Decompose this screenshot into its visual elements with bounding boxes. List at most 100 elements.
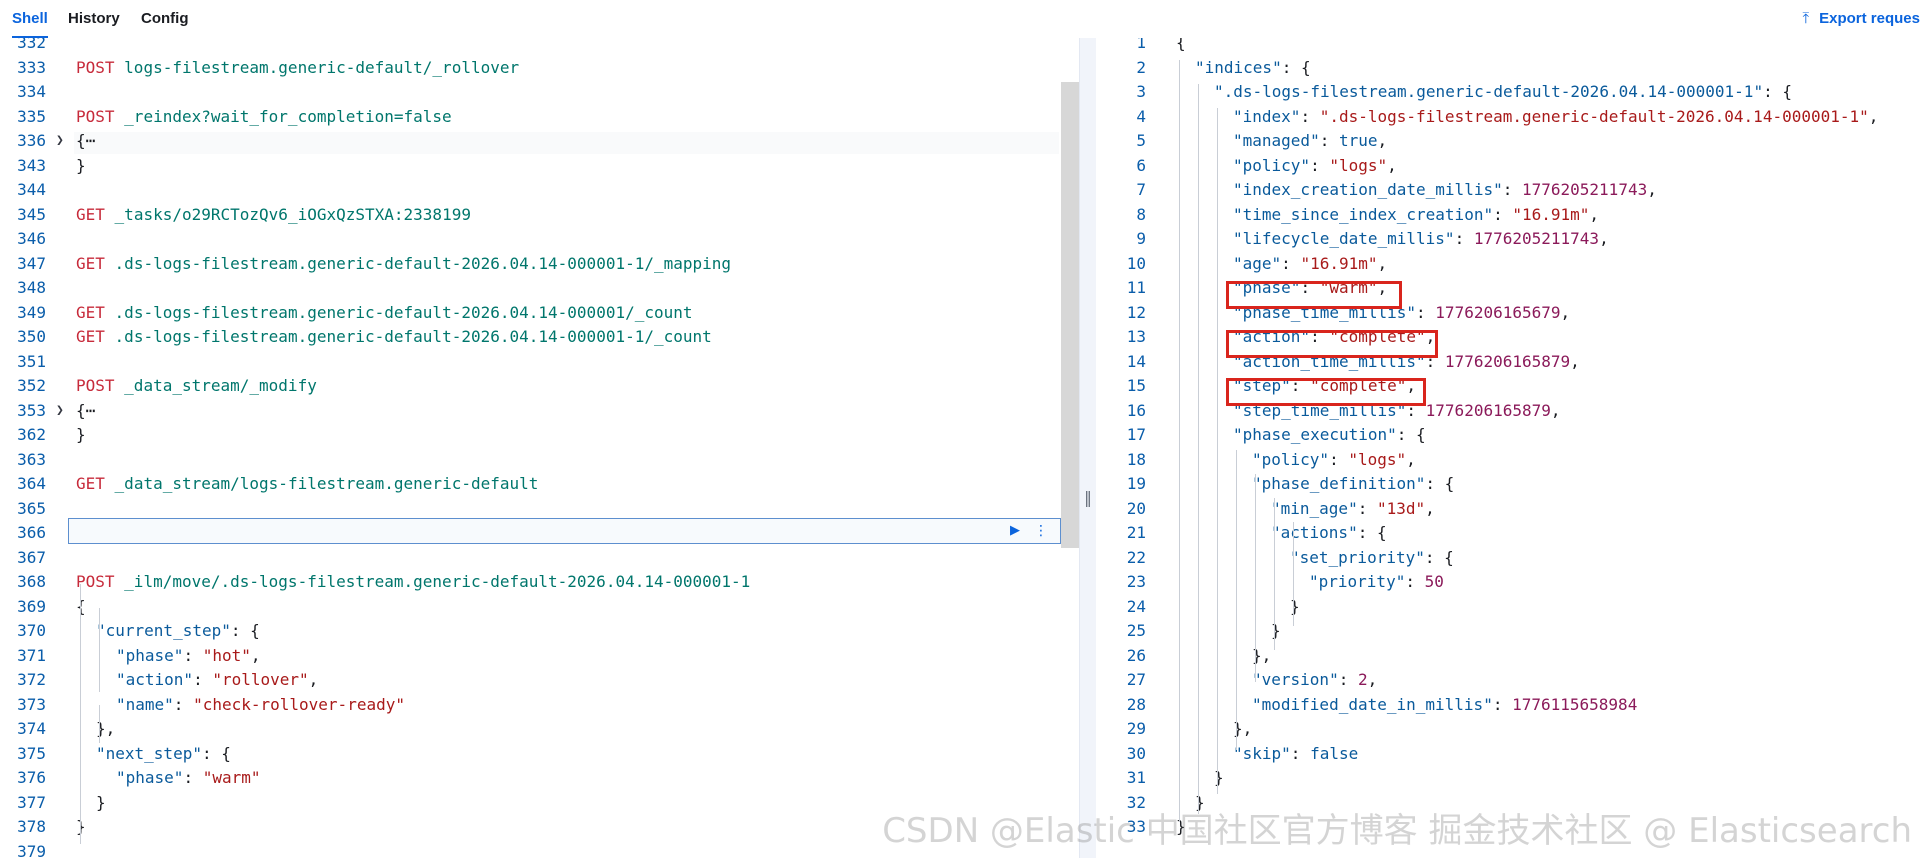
punct: , [1868,107,1879,126]
response-line-code: } [1214,766,1224,790]
punct: } [1290,597,1300,616]
line-number: 3 [1136,82,1146,101]
punct: } [1271,621,1281,640]
response-line-code: "policy": "logs", [1233,154,1397,178]
request-line[interactable]: 363 [0,448,1060,472]
punct: : [1405,572,1425,591]
request-line[interactable]: 369{ [0,595,1060,619]
response-line-code: "modified_date_in_millis": 1776115658984 [1252,693,1637,717]
request-line[interactable]: 332 [0,38,1060,55]
request-line[interactable]: 376 "phase": "warm" [0,766,1060,790]
editor-scrollbar[interactable] [1061,82,1079,548]
json-key: "name" [116,695,174,714]
punct: {⋯ [76,401,96,420]
punct: , [1425,499,1435,518]
request-line-code: "phase": "warm" [116,766,261,790]
http-method: GET [76,254,105,273]
punct: : { [1281,58,1311,77]
request-line[interactable]: 374}, [0,717,1060,741]
request-actions-icon[interactable]: ⋮ [1034,520,1048,542]
response-line: 21 "actions": { [1096,521,1916,545]
request-line[interactable]: 362} [0,423,1060,447]
line-number: 368 [17,572,46,591]
request-line[interactable]: 346 [0,227,1060,251]
line-number: 376 [17,768,46,787]
tab-shell[interactable]: Shell [12,0,48,39]
json-key: "policy" [1252,450,1330,469]
punct: } [96,793,106,812]
json-number: 1776205211743 [1521,180,1648,199]
response-line-code: } [1290,595,1300,619]
request-line[interactable]: 349 GET .ds-logs-filestream.generic-defau… [0,301,1060,325]
request-line[interactable]: 347 GET .ds-logs-filestream.generic-defau… [0,252,1060,276]
request-line-code: {⋯ [76,399,95,423]
punct: , [1377,131,1388,150]
json-key: "age" [1233,254,1282,273]
line-number: 364 [17,474,46,493]
response-line-code: "phase_definition": { [1252,472,1454,496]
request-line[interactable]: 364 GET _data_stream/logs-filestream.gene… [0,472,1060,496]
selected-request-box[interactable] [68,518,1061,544]
indent-guide [80,584,81,844]
response-line: 13 "action": "complete", [1096,325,1916,349]
request-line[interactable]: 333 POST logs-filestream.generic-default/… [0,56,1060,80]
request-line[interactable]: 335 POST _reindex?wait_for_completion=fal… [0,105,1060,129]
request-line[interactable]: 352 POST _data_stream/_modify [0,374,1060,398]
response-line-code: "age": "16.91m", [1233,252,1387,276]
response-line-code: "version": 2, [1252,668,1377,692]
request-line[interactable]: 373 "name": "check-rollover-ready" [0,693,1060,717]
response-line: 7 "index_creation_date_millis": 177620521… [1096,178,1916,202]
request-line[interactable]: 370 "current_step": { [0,619,1060,643]
request-line[interactable]: 348 [0,276,1060,300]
indent-guide [1274,498,1275,650]
line-number: 20 [1126,499,1146,518]
line-number: 19 [1126,474,1146,493]
response-line: 17 "phase_execution": { [1096,423,1916,447]
line-number: 21 [1126,523,1146,542]
json-key: "indices" [1195,58,1282,77]
request-line[interactable]: 367 [0,546,1060,570]
line-number: 12 [1126,303,1146,322]
line-number: 350 [17,327,46,346]
punct: : [1310,156,1330,175]
line-number: 372 [17,670,46,689]
response-viewer: 1{2 "indices": {3 ".ds-logs-filestream.gen… [1096,38,1920,858]
request-line[interactable]: 345 GET _tasks/o29RCTozQv6_iOGxQzSTXA:233… [0,203,1060,227]
http-method: GET [76,303,105,322]
json-key: "managed" [1233,131,1320,150]
punct: { [1176,38,1186,52]
response-line: 12 "phase_time_millis": 1776206165679, [1096,301,1916,325]
response-line: 27 "version": 2, [1096,668,1916,692]
response-line: 4 "index": ".ds-logs-filestream.generic-d… [1096,105,1916,129]
request-line[interactable]: 343} [0,154,1060,178]
json-key: "time_since_index_creation" [1233,205,1494,224]
request-line[interactable]: 336 ❯ {⋯ [0,129,1060,153]
punct: : { [1357,523,1387,542]
punct: , [1550,401,1561,420]
request-line[interactable]: 334 [0,80,1060,104]
request-line[interactable]: 353 ❯ {⋯ [0,399,1060,423]
tab-history[interactable]: History [68,0,120,38]
punct: , [1647,180,1657,199]
send-request-icon[interactable]: ▶ [1004,520,1026,542]
request-line[interactable]: 375 "next_step": { [0,742,1060,766]
tab-config[interactable]: Config [141,0,188,38]
request-line[interactable]: 350 GET .ds-logs-filestream.generic-defau… [0,325,1060,349]
json-key: "policy" [1233,156,1311,175]
request-line-code: POST _ilm/move/.ds-logs-filestream.gener… [76,570,750,594]
request-line[interactable]: 344 [0,178,1060,202]
request-line[interactable]: 368 POST _ilm/move/.ds-logs-filestream.ge… [0,570,1060,594]
response-line-code: "managed": true, [1233,129,1387,153]
request-line[interactable]: 371 "phase": "hot", [0,644,1060,668]
request-editor[interactable]: 332 333 POST logs-filestream.generic-defau… [0,38,1079,858]
request-line-code: } [76,154,86,178]
json-string: "rollover" [212,670,309,689]
line-number: 367 [17,548,46,567]
line-number: 349 [17,303,46,322]
json-number: 1776206165879 [1444,352,1571,371]
http-method: GET [76,327,105,346]
json-key: "index_creation_date_millis" [1233,180,1503,199]
request-line[interactable]: 372 "action": "rollover", [0,668,1060,692]
request-line[interactable]: 351 [0,350,1060,374]
export-requests-button[interactable]: ⤒ Export reques [1802,0,1920,38]
